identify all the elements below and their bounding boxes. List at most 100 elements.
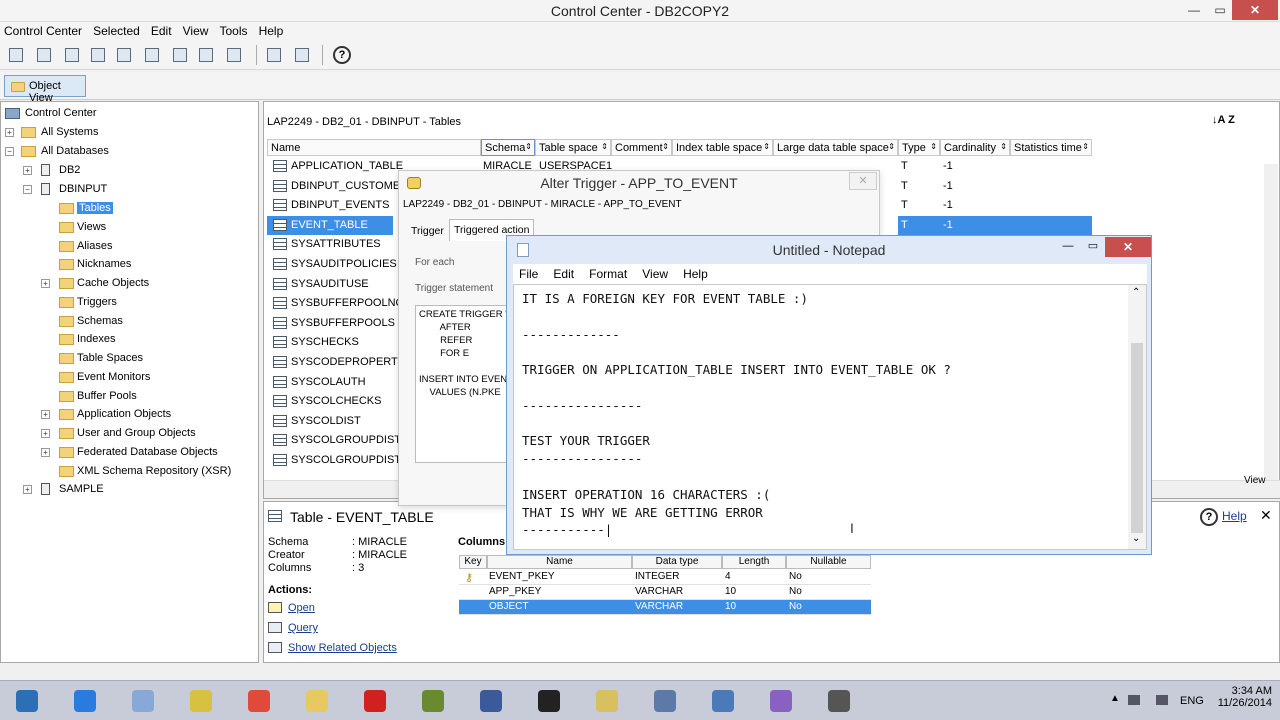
column-row[interactable]: APP_PKEY VARCHAR 10 No: [459, 585, 871, 600]
column-header[interactable]: Name: [487, 555, 632, 569]
remote-icon[interactable]: [698, 685, 746, 717]
menu-edit[interactable]: Edit: [147, 22, 176, 40]
explorer-icon[interactable]: [118, 685, 166, 717]
close-button[interactable]: ✕: [1232, 0, 1278, 20]
trigger-statement-editor[interactable]: CREATE TRIGGER " AFTER REFER FOR E INSERT…: [415, 305, 515, 463]
systems-icon[interactable]: [34, 45, 54, 65]
scroll-down-icon[interactable]: ⌄: [1132, 533, 1140, 544]
menu-file[interactable]: File: [513, 264, 544, 284]
menu-help[interactable]: Help: [677, 264, 714, 284]
maximize-button[interactable]: ▭: [1206, 0, 1234, 20]
command-icon[interactable]: [142, 45, 162, 65]
tree-icon[interactable]: [6, 45, 26, 65]
collapse-icon[interactable]: −: [23, 185, 32, 194]
related-objects-link[interactable]: Show Related Objects: [288, 642, 397, 654]
column-row[interactable]: OBJECT VARCHAR 10 No: [459, 600, 871, 615]
expand-icon[interactable]: +: [41, 447, 50, 457]
network-icon[interactable]: [756, 685, 804, 717]
column-header[interactable]: Type ⇕: [898, 139, 940, 156]
column-header[interactable]: Index table space ⇕: [672, 139, 773, 156]
minimize-button[interactable]: —: [1180, 0, 1208, 20]
tables-icon[interactable]: [114, 45, 134, 65]
minimize-button[interactable]: —: [1055, 237, 1081, 257]
column-header[interactable]: Table space ⇕: [535, 139, 611, 156]
expand-icon[interactable]: +: [41, 279, 50, 288]
clock[interactable]: 3:34 AM 11/26/2014: [1218, 685, 1272, 709]
column-header[interactable]: Length: [722, 555, 786, 569]
window-icon[interactable]: [814, 685, 862, 717]
vertical-scrollbar[interactable]: ⌃ ⌄: [1128, 285, 1146, 549]
help-link[interactable]: Help: [1222, 509, 1247, 523]
task-icon[interactable]: [196, 45, 216, 65]
notepad-text-area[interactable]: IT IS A FOREIGN KEY FOR EVENT TABLE :) -…: [513, 284, 1147, 550]
database-icon[interactable]: [88, 45, 108, 65]
open-icon: [268, 602, 282, 613]
menu-help[interactable]: Help: [255, 22, 288, 40]
menu-view[interactable]: View: [179, 22, 213, 40]
instance-icon[interactable]: [62, 45, 82, 65]
close-icon[interactable]: ✕: [1260, 507, 1272, 524]
editor-icon[interactable]: [408, 685, 456, 717]
files-icon[interactable]: [292, 685, 340, 717]
table-row[interactable]: EVENT_TABLE T -1: [267, 215, 1092, 235]
expand-icon[interactable]: +: [23, 485, 32, 494]
script-icon[interactable]: [170, 45, 190, 65]
column-header-label: Large data table space: [777, 142, 889, 154]
start-icon[interactable]: [2, 685, 50, 717]
db-icon[interactable]: [582, 685, 630, 717]
network-icon[interactable]: [1128, 695, 1140, 705]
query-link[interactable]: Query: [288, 622, 318, 634]
help-icon[interactable]: ?: [332, 45, 352, 65]
column-header[interactable]: Comment ⇕: [611, 139, 672, 156]
control-center-icon: [5, 108, 20, 119]
opera-icon[interactable]: [350, 685, 398, 717]
ie-icon[interactable]: [60, 685, 108, 717]
column-header[interactable]: Data type: [632, 555, 722, 569]
column-header[interactable]: Large data table space ⇕: [773, 139, 898, 156]
maximize-button[interactable]: ▭: [1081, 237, 1105, 257]
vertical-scrollbar[interactable]: [1264, 164, 1278, 482]
scroll-up-icon[interactable]: ⌃: [1132, 287, 1140, 298]
column-row[interactable]: ⚷ EVENT_PKEY INTEGER 4 No: [459, 570, 871, 585]
expand-icon[interactable]: +: [41, 429, 50, 438]
notepad-icon[interactable]: [176, 685, 224, 717]
notepad-content[interactable]: IT IS A FOREIGN KEY FOR EVENT TABLE :) -…: [522, 290, 951, 539]
journal-icon[interactable]: [224, 45, 244, 65]
column-header[interactable]: Nullable: [786, 555, 871, 569]
chrome-icon[interactable]: [234, 685, 282, 717]
expand-icon[interactable]: +: [41, 410, 50, 420]
dialog-close-button[interactable]: ✕: [849, 172, 877, 190]
language-indicator[interactable]: ENG: [1180, 695, 1204, 707]
column-header[interactable]: Cardinality ⇕: [940, 139, 1010, 156]
open-link[interactable]: Open: [288, 602, 315, 614]
volume-icon[interactable]: [1156, 695, 1168, 705]
menu-edit[interactable]: Edit: [547, 264, 580, 284]
view-button[interactable]: View: [1244, 475, 1266, 486]
expand-icon[interactable]: +: [5, 128, 14, 137]
menu-format[interactable]: Format: [583, 264, 633, 284]
column-header[interactable]: Name: [267, 139, 481, 156]
table-icon: [273, 199, 287, 212]
menu-control-center[interactable]: Control Center: [0, 22, 86, 40]
column-header[interactable]: Statistics time ⇕: [1010, 139, 1092, 156]
menu-selected[interactable]: Selected: [89, 22, 144, 40]
expand-icon[interactable]: +: [23, 166, 32, 175]
notepad-close-button[interactable]: ✕: [1105, 237, 1151, 257]
sort-icon[interactable]: ↓A Z: [1212, 114, 1235, 126]
folder-icon: [59, 334, 74, 346]
control-center-icon[interactable]: [640, 685, 688, 717]
list-icon[interactable]: [292, 45, 312, 65]
cmd-icon[interactable]: [524, 685, 572, 717]
help-icon[interactable]: ?: [1200, 508, 1218, 526]
scroll-thumb[interactable]: [1131, 343, 1143, 533]
column-header[interactable]: Key: [459, 555, 487, 569]
settings-icon[interactable]: [264, 45, 284, 65]
collapse-icon[interactable]: −: [5, 147, 14, 156]
object-view-button[interactable]: Object View: [4, 75, 86, 104]
menu-view[interactable]: View: [636, 264, 674, 284]
player-icon[interactable]: [466, 685, 514, 717]
tab-trigger[interactable]: Trigger: [411, 225, 444, 237]
column-header[interactable]: Schema ⇕: [481, 139, 535, 156]
menu-tools[interactable]: Tools: [215, 22, 251, 40]
tray-arrow-icon[interactable]: ▲: [1110, 693, 1120, 704]
